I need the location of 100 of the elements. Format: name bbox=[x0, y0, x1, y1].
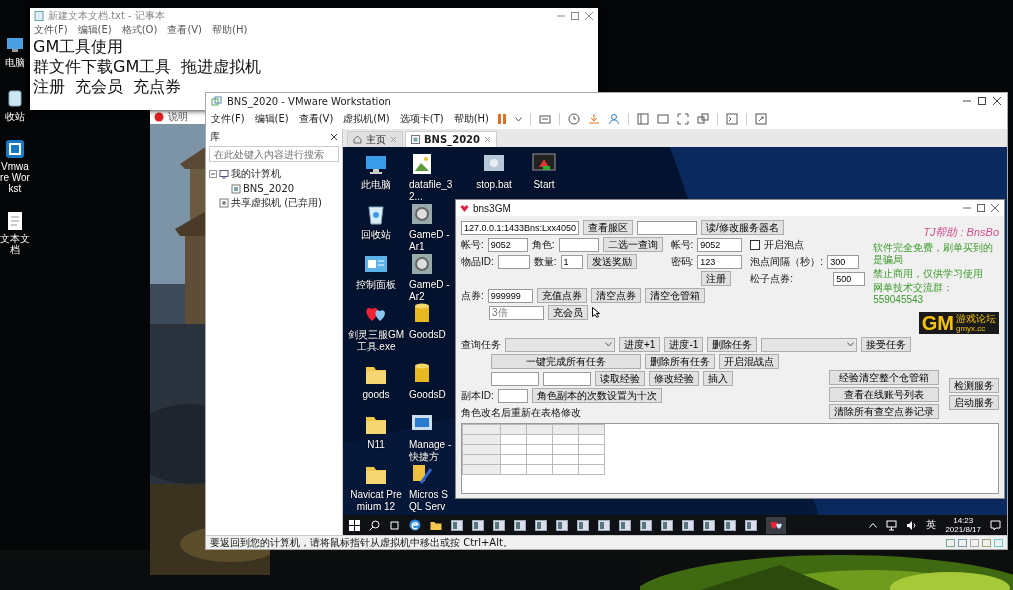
quest-button[interactable]: 删除任务 bbox=[707, 337, 758, 352]
menu-item[interactable]: 查看(V) bbox=[167, 23, 203, 36]
network-icon[interactable] bbox=[886, 519, 898, 531]
menu-item[interactable]: 帮助(H) bbox=[212, 23, 248, 36]
role-field[interactable] bbox=[558, 237, 599, 252]
quest-button[interactable]: 开启混战点 bbox=[719, 354, 779, 369]
exp-button[interactable]: 插入 bbox=[703, 371, 733, 386]
exp-button[interactable]: 修改经验 bbox=[649, 371, 699, 386]
window-icon[interactable] bbox=[556, 519, 568, 531]
recharge-button[interactable]: 充值点券 bbox=[536, 288, 587, 303]
keyboard-icon[interactable] bbox=[539, 113, 552, 125]
input-method[interactable]: 英 bbox=[926, 518, 937, 532]
exp-field[interactable] bbox=[491, 371, 539, 386]
window-icon[interactable] bbox=[703, 519, 715, 531]
quest-button[interactable]: 进度-1 bbox=[664, 337, 704, 352]
exp-button[interactable]: 读取经验 bbox=[595, 371, 645, 386]
window-icon[interactable] bbox=[451, 519, 463, 531]
folder-icon[interactable] bbox=[430, 519, 442, 531]
points-field[interactable]: 999999 bbox=[487, 288, 533, 303]
window-icon[interactable] bbox=[745, 519, 757, 531]
exp-field[interactable] bbox=[543, 371, 591, 386]
menu-item[interactable]: 查看(V) bbox=[298, 112, 334, 126]
pause-icon[interactable] bbox=[497, 113, 508, 125]
sidebar-icon[interactable] bbox=[637, 113, 650, 125]
complete-button[interactable]: 一键完成所有任务 bbox=[491, 354, 641, 369]
quantity-field[interactable]: 1 bbox=[560, 254, 583, 269]
interval-field[interactable]: 300 bbox=[827, 254, 860, 269]
service-button[interactable]: 启动服务 bbox=[949, 395, 999, 410]
window-icon[interactable] bbox=[661, 519, 673, 531]
close-icon[interactable] bbox=[330, 133, 338, 141]
server-field[interactable]: 127.0.0.1:1433Bns:Lxx4050 bbox=[461, 220, 579, 235]
speaker-icon[interactable] bbox=[906, 519, 918, 531]
server-name-field[interactable] bbox=[637, 220, 697, 235]
rename-button[interactable]: 读/修改服务器名 bbox=[701, 220, 784, 235]
notification-icon[interactable] bbox=[990, 519, 1001, 531]
dungeon-field[interactable] bbox=[497, 388, 528, 403]
search-icon[interactable] bbox=[369, 519, 380, 531]
quest-button[interactable]: 进度+1 bbox=[619, 337, 661, 352]
checkbox[interactable] bbox=[750, 239, 761, 250]
service-button[interactable]: 检测服务 bbox=[949, 378, 999, 393]
app-icon[interactable] bbox=[4, 138, 26, 160]
password-field[interactable]: 123 bbox=[697, 254, 743, 269]
window-icon[interactable] bbox=[682, 519, 694, 531]
accept-button[interactable]: 接受任务 bbox=[861, 337, 912, 352]
start-icon[interactable] bbox=[349, 519, 360, 531]
close-icon[interactable] bbox=[992, 96, 1002, 106]
maximize-icon[interactable] bbox=[977, 96, 987, 106]
clock-icon[interactable] bbox=[568, 113, 581, 125]
task-view-icon[interactable] bbox=[389, 519, 400, 531]
person-icon[interactable] bbox=[608, 113, 621, 125]
caret-icon[interactable] bbox=[515, 116, 523, 122]
register-button[interactable]: 注册 bbox=[700, 271, 731, 286]
fullscreen-icon[interactable] bbox=[677, 113, 690, 125]
windows-icon[interactable] bbox=[697, 113, 710, 125]
window-icon[interactable] bbox=[514, 519, 526, 531]
close-icon[interactable] bbox=[990, 203, 1000, 213]
caret-up-icon[interactable] bbox=[869, 522, 878, 528]
menu-item[interactable]: 文件(F) bbox=[211, 112, 245, 126]
action-button[interactable]: 清除所有查空点券记录 bbox=[829, 404, 939, 419]
account-field[interactable]: 9052 bbox=[487, 237, 528, 252]
stretch-icon[interactable] bbox=[755, 113, 768, 125]
window-icon[interactable] bbox=[724, 519, 736, 531]
quest-button[interactable]: 删除所有任务 bbox=[645, 354, 715, 369]
action-button[interactable]: 查看在线账号列表 bbox=[829, 387, 939, 402]
window-icon[interactable] bbox=[472, 519, 484, 531]
clear-button[interactable]: 清空仓管箱 bbox=[644, 288, 705, 303]
window-icon[interactable] bbox=[535, 519, 547, 531]
action-button[interactable]: 经验清空整个仓管箱 bbox=[829, 370, 939, 385]
window-icon[interactable] bbox=[640, 519, 652, 531]
menu-item[interactable]: 选项卡(T) bbox=[399, 112, 444, 126]
console-icon[interactable] bbox=[726, 113, 739, 125]
window-icon[interactable] bbox=[493, 519, 505, 531]
gear-icon[interactable] bbox=[409, 251, 435, 277]
query-button[interactable]: 二选一查询 bbox=[602, 237, 663, 252]
item-id-field[interactable] bbox=[497, 254, 530, 269]
query-button[interactable]: 查看服区 bbox=[583, 220, 633, 235]
account-field[interactable]: 9052 bbox=[697, 237, 743, 252]
window-icon[interactable] bbox=[619, 519, 631, 531]
days-field[interactable]: 3倍 bbox=[489, 305, 544, 320]
menu-item[interactable]: 文件(F) bbox=[34, 23, 68, 36]
browser-icon[interactable] bbox=[409, 519, 421, 531]
menu-item[interactable]: 格式(O) bbox=[121, 23, 158, 36]
clock[interactable]: 14:23 2021/8/17 bbox=[945, 516, 981, 534]
download-icon[interactable] bbox=[588, 113, 601, 125]
dungeon-button[interactable]: 角色副本的次数设置为十次 bbox=[531, 388, 662, 403]
checkbox-label[interactable]: 开启泡点 bbox=[764, 237, 805, 252]
clear-button[interactable]: 清空点券 bbox=[590, 288, 641, 303]
menu-item[interactable]: 帮助(H) bbox=[453, 112, 490, 126]
menu-item[interactable]: 虚拟机(M) bbox=[343, 112, 390, 126]
tab[interactable]: BNS_2020 bbox=[405, 131, 498, 147]
maximize-icon[interactable] bbox=[976, 203, 986, 213]
menu-item[interactable]: 编辑(E) bbox=[254, 112, 289, 126]
vip-button[interactable]: 充会员 bbox=[548, 305, 588, 320]
window-icon[interactable] bbox=[577, 519, 589, 531]
menu-item[interactable]: 编辑(E) bbox=[77, 23, 112, 36]
gear-icon[interactable] bbox=[409, 201, 435, 227]
tab[interactable]: 主页 bbox=[347, 131, 403, 147]
window-icon[interactable] bbox=[598, 519, 610, 531]
send-button[interactable]: 发送奖励 bbox=[586, 254, 637, 269]
points-field[interactable]: 500 bbox=[833, 271, 866, 286]
